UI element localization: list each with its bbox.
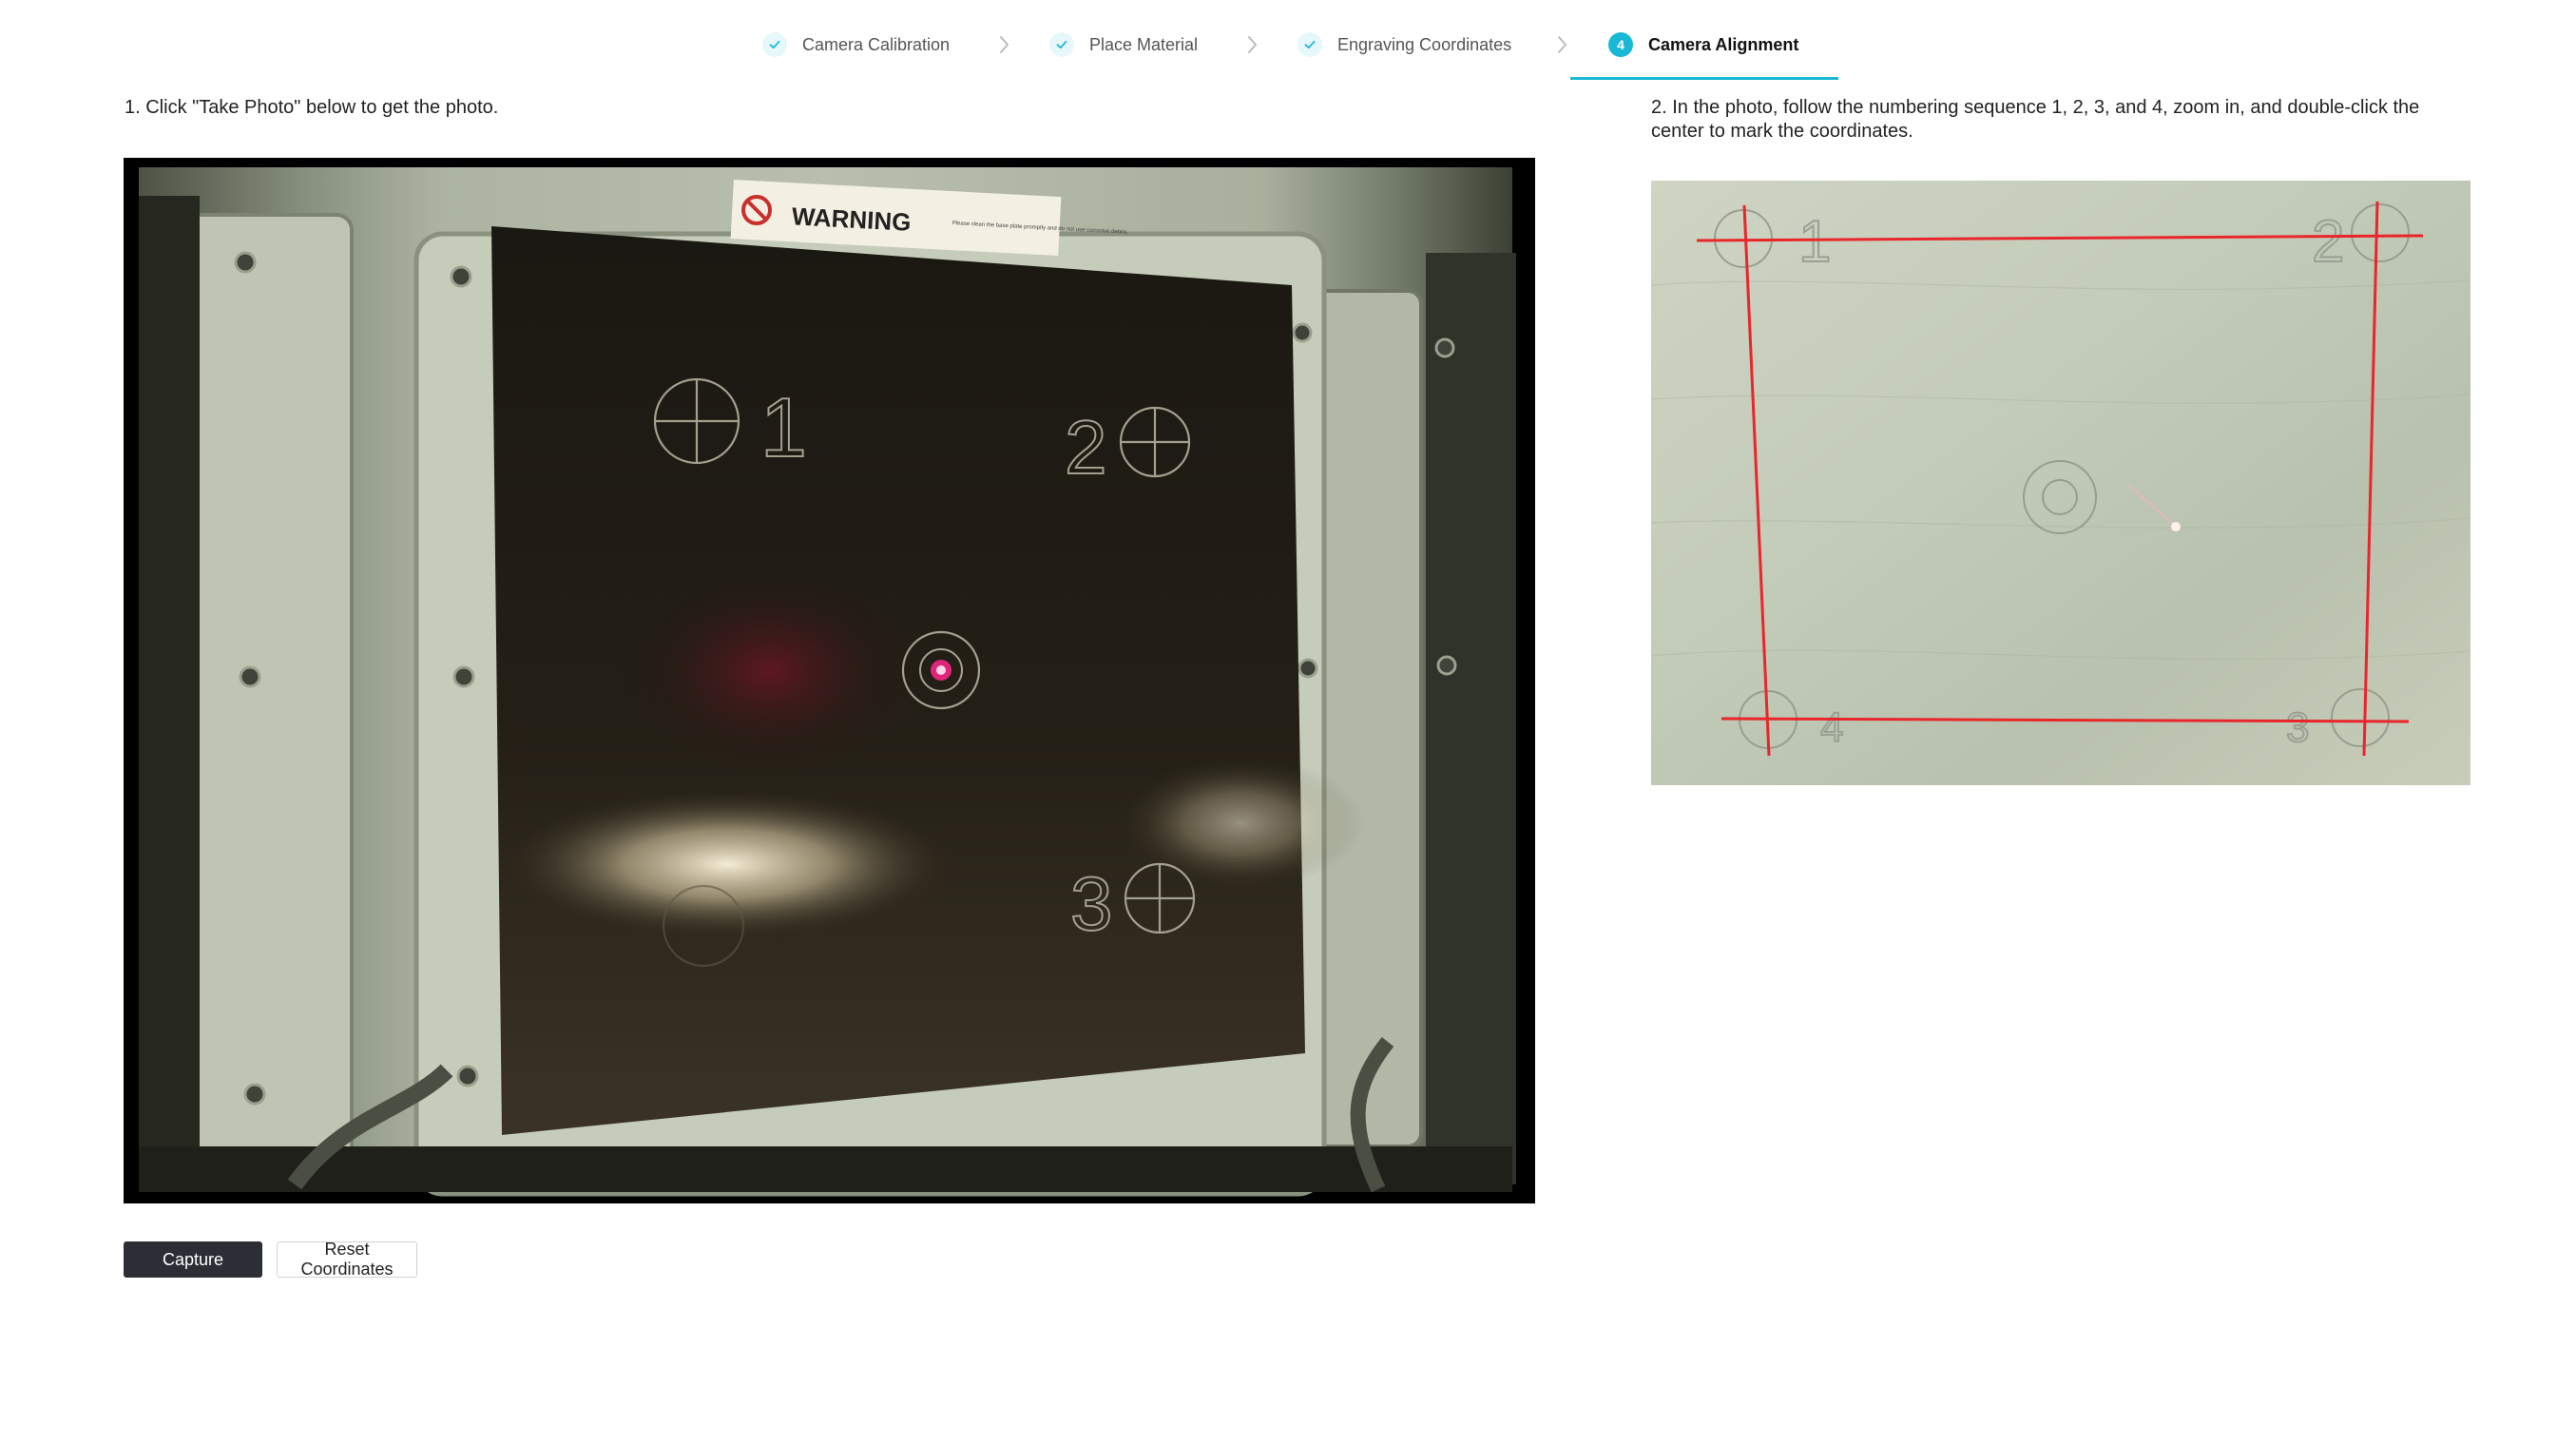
step-label: Engraving Coordinates — [1337, 34, 1512, 54]
progress-stepper: Camera Calibration Place Material Engrav… — [0, 0, 2576, 82]
marker-label: 1 — [760, 380, 807, 474]
corner-label: 1 — [1798, 209, 1831, 275]
chevron-right-icon — [1248, 36, 1258, 53]
chevron-right-icon — [1000, 36, 1009, 53]
camera-photo: WARNING Please clean the base plate prom… — [124, 158, 1535, 1203]
check-icon — [1298, 32, 1322, 57]
corner-label: 3 — [2286, 704, 2309, 751]
reset-coordinates-button[interactable]: Reset Coordinates — [277, 1240, 417, 1279]
step-camera-calibration[interactable]: Camera Calibration — [762, 29, 950, 61]
step-label: Camera Alignment — [1648, 34, 1799, 54]
step-label: Place Material — [1089, 34, 1199, 54]
step-label: Camera Calibration — [802, 34, 951, 54]
active-step-indicator — [1570, 77, 1838, 80]
instruction-take-photo: 1. Click "Take Photo" below to get the p… — [125, 97, 499, 118]
camera-photo-image: WARNING Please clean the base plate prom… — [139, 167, 1516, 1197]
check-icon — [1049, 32, 1074, 57]
alignment-photo-image: 1 2 3 4 — [1651, 181, 2470, 785]
step-number-badge: 4 — [1608, 32, 1633, 57]
chevron-right-icon — [1558, 36, 1567, 53]
marker-label: 2 — [1065, 405, 1107, 490]
step-engraving-coordinates[interactable]: Engraving Coordinates — [1298, 29, 1511, 61]
corner-label: 2 — [2312, 209, 2344, 275]
capture-button[interactable]: Capture — [124, 1241, 262, 1278]
instruction-mark-coordinates: 2. In the photo, follow the numbering se… — [1651, 97, 2420, 142]
corner-label: 4 — [1820, 704, 1843, 751]
alignment-photo[interactable]: 1 2 3 4 — [1651, 181, 2470, 785]
step-camera-alignment[interactable]: 4 Camera Alignment — [1608, 29, 1798, 61]
marker-label: 3 — [1070, 861, 1113, 946]
step-place-material[interactable]: Place Material — [1049, 29, 1198, 61]
laser-dot — [2171, 522, 2181, 531]
check-icon — [762, 32, 787, 57]
